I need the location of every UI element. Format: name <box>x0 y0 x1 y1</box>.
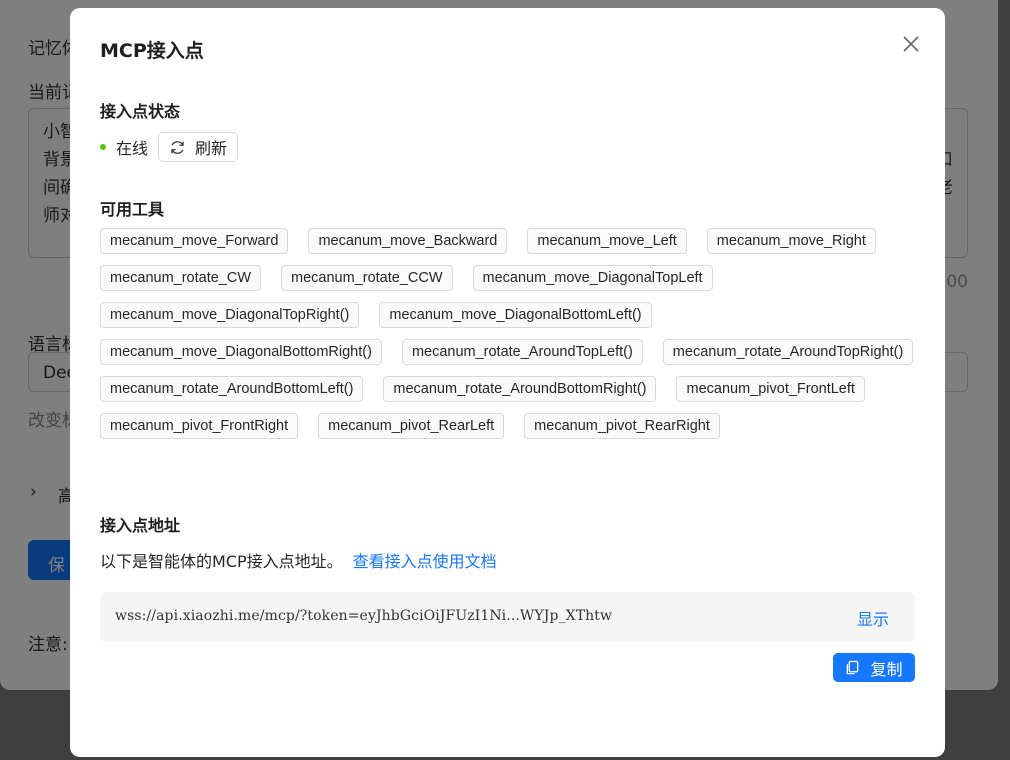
tool-tag: mecanum_pivot_FrontLeft <box>676 376 865 402</box>
tool-tag: mecanum_rotate_AroundBottomRight() <box>383 376 657 402</box>
refresh-button[interactable]: 刷新 <box>158 132 239 162</box>
copy-label: 复制 <box>870 659 903 679</box>
tool-tag: mecanum_move_DiagonalTopRight() <box>100 302 360 328</box>
status-row: 在线 刷新 <box>100 132 239 162</box>
address-box: wss://api.xiaozhi.me/mcp/?token=eyJhbGci… <box>100 592 915 642</box>
modal-title: MCP接入点 <box>100 40 204 62</box>
copy-button[interactable]: 复制 <box>833 653 915 682</box>
tool-tag: mecanum_rotate_CCW <box>281 265 453 291</box>
tool-tag: mecanum_move_DiagonalBottomRight() <box>100 339 382 365</box>
tool-tag: mecanum_rotate_CW <box>100 265 262 291</box>
copy-icon <box>847 660 859 675</box>
address-description: 以下是智能体的MCP接入点地址。 查看接入点使用文档 <box>100 548 497 572</box>
tools-list: mecanum_move_Forward mecanum_move_Backwa… <box>100 228 920 439</box>
tool-tag: mecanum_move_DiagonalBottomLeft() <box>379 302 652 328</box>
address-value: wss://api.xiaozhi.me/mcp/?token=eyJhbGci… <box>115 608 613 624</box>
tool-tag: mecanum_pivot_FrontRight <box>100 413 299 439</box>
status-dot <box>100 144 106 150</box>
address-desc-text: 以下是智能体的MCP接入点地址。 <box>100 552 343 571</box>
show-button[interactable]: 显示 <box>857 606 889 630</box>
tool-tag: mecanum_move_Backward <box>308 228 508 254</box>
close-icon[interactable] <box>901 34 921 54</box>
status-section-title: 接入点状态 <box>100 102 181 121</box>
tool-tag: mecanum_pivot_RearRight <box>524 413 720 439</box>
tool-tag: mecanum_move_Forward <box>100 228 289 254</box>
tool-tag: mecanum_move_DiagonalTopLeft <box>472 265 713 291</box>
refresh-label: 刷新 <box>195 139 228 158</box>
tools-section-title: 可用工具 <box>100 200 165 219</box>
tool-tag: mecanum_move_Left <box>527 228 687 254</box>
tool-tag: mecanum_pivot_RearLeft <box>318 413 505 439</box>
tool-tag: mecanum_rotate_AroundBottomLeft() <box>100 376 364 402</box>
tool-tag: mecanum_move_Right <box>706 228 876 254</box>
refresh-icon <box>171 140 184 154</box>
doc-link[interactable]: 查看接入点使用文档 <box>353 552 497 571</box>
tool-tag: mecanum_rotate_AroundTopLeft() <box>401 339 643 365</box>
mcp-modal: MCP接入点 接入点状态 在线 刷新 可用工具 mecanum_move_For… <box>70 8 945 757</box>
address-section-title: 接入点地址 <box>100 516 181 535</box>
tool-tag: mecanum_rotate_AroundTopRight() <box>662 339 914 365</box>
status-text: 在线 <box>116 139 149 158</box>
